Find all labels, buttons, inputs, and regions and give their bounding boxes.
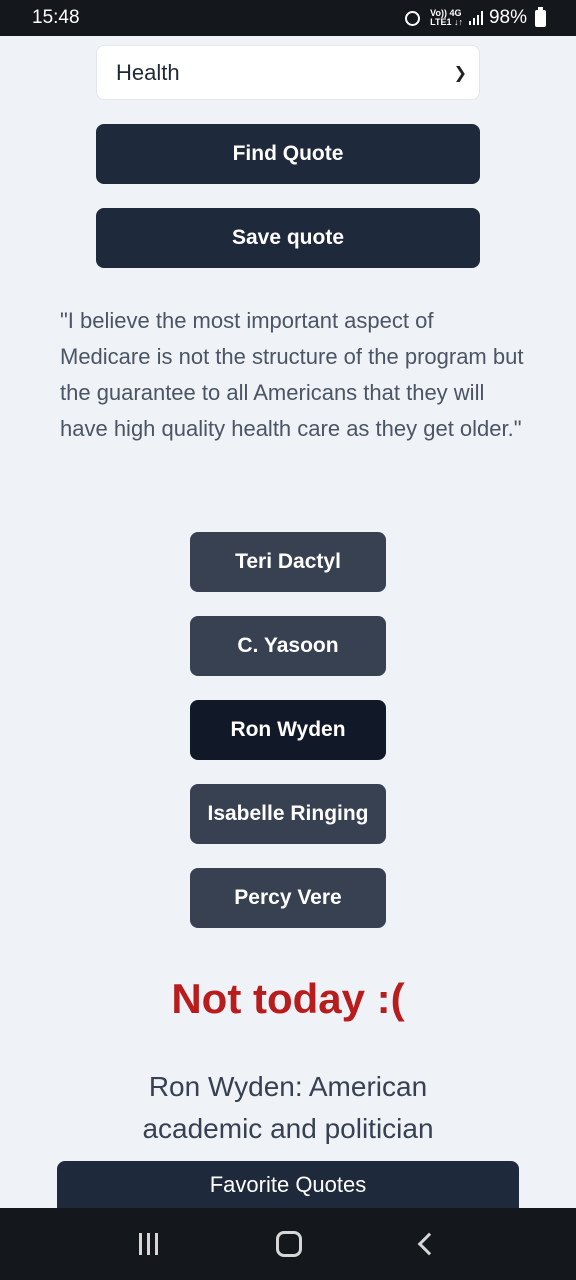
network-bottom-label: LTE1 ↓↑ xyxy=(430,17,463,27)
category-select-value: Health xyxy=(116,59,180,85)
save-quote-button[interactable]: Save quote xyxy=(96,208,480,268)
alarm-icon xyxy=(405,10,421,26)
network-indicator: Vo)) 4G LTE1 ↓↑ xyxy=(430,9,463,27)
battery-icon xyxy=(535,6,546,27)
system-nav-bar xyxy=(0,1208,576,1280)
author-button[interactable]: Percy Vere xyxy=(190,868,386,928)
status-time: 15:48 xyxy=(32,7,80,28)
author-button-selected[interactable]: Ron Wyden xyxy=(190,700,386,760)
status-bar: 15:48 Vo)) 4G LTE1 ↓↑ 98% xyxy=(0,0,576,36)
author-button[interactable]: C. Yasoon xyxy=(190,616,386,676)
result-message: Not today :( xyxy=(171,975,405,1022)
chevron-down-icon: ❯ xyxy=(453,64,467,82)
find-quote-button[interactable]: Find Quote xyxy=(96,124,480,184)
back-icon[interactable] xyxy=(417,1232,441,1256)
home-icon[interactable] xyxy=(276,1231,303,1257)
author-bio: Ron Wyden: American academic and politic… xyxy=(142,1071,434,1144)
author-button[interactable]: Teri Dactyl xyxy=(190,532,386,592)
category-select[interactable]: Health ❯ xyxy=(96,45,480,100)
status-icons: Vo)) 4G LTE1 ↓↑ 98% xyxy=(405,6,546,29)
author-button[interactable]: Isabelle Ringing xyxy=(190,784,386,844)
quote-text: "I believe the most important aspect of … xyxy=(60,308,524,441)
battery-percent: 98% xyxy=(488,7,527,28)
recent-apps-icon[interactable] xyxy=(139,1233,159,1255)
signal-icon xyxy=(468,11,483,25)
